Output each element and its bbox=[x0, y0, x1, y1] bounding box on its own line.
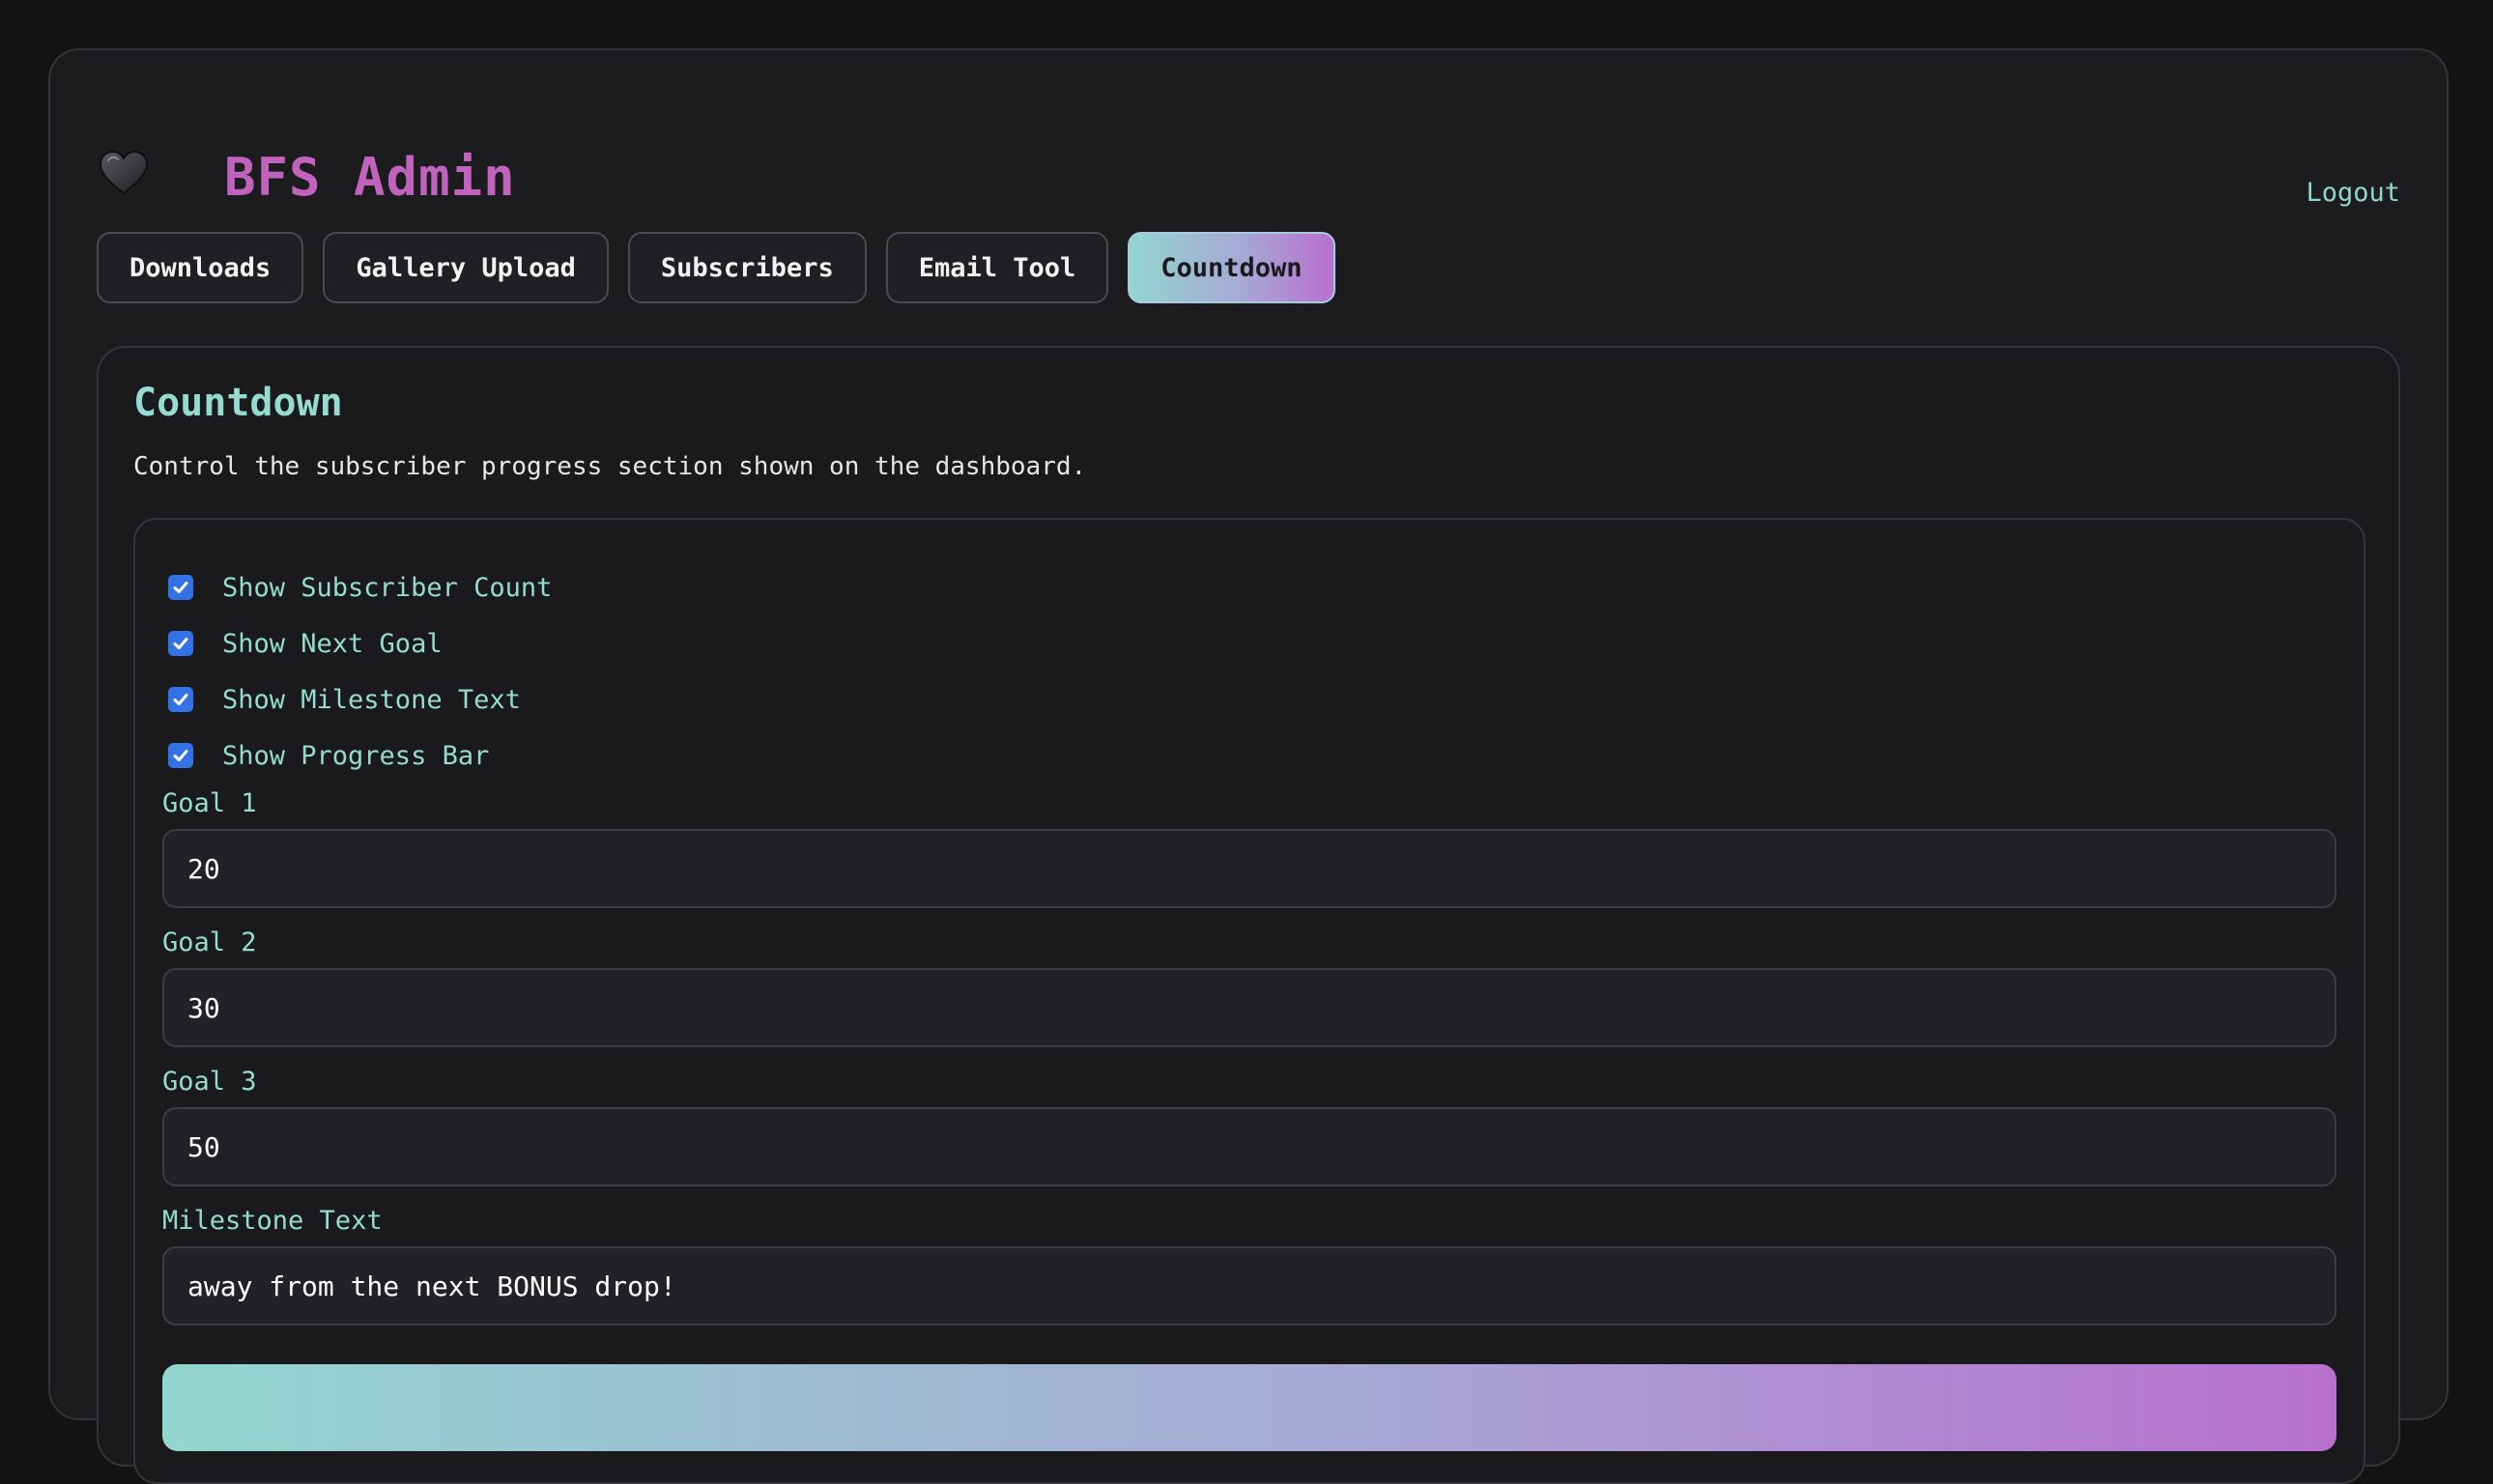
app-title: BFS Admin bbox=[224, 147, 516, 208]
tab-downloads[interactable]: Downloads bbox=[97, 232, 304, 303]
tab-subscribers[interactable]: Subscribers bbox=[627, 232, 867, 303]
goal-3-label: Goal 3 bbox=[162, 1067, 257, 1097]
checkmark-icon bbox=[173, 694, 188, 705]
checkmark-icon bbox=[173, 638, 188, 649]
option-show-milestone-text[interactable]: Show Milestone Text bbox=[168, 680, 521, 719]
tab-gallery-upload[interactable]: Gallery Upload bbox=[323, 232, 609, 303]
option-label: Show Next Goal bbox=[222, 628, 443, 659]
option-label: Show Progress Bar bbox=[222, 740, 490, 771]
countdown-settings-card: Show Subscriber Count Show Next Goal Sho… bbox=[133, 518, 2365, 1484]
milestone-text-input[interactable] bbox=[162, 1246, 2336, 1326]
option-label: Show Milestone Text bbox=[222, 684, 521, 715]
header: BFS Admin bbox=[99, 99, 2400, 208]
countdown-panel: Countdown Control the subscriber progres… bbox=[97, 346, 2400, 1484]
checkbox[interactable] bbox=[168, 687, 193, 712]
goal-1-label: Goal 1 bbox=[162, 788, 257, 818]
goal-3-input[interactable] bbox=[162, 1107, 2336, 1186]
tab-email-tool[interactable]: Email Tool bbox=[885, 232, 1109, 303]
goal-2-label: Goal 2 bbox=[162, 928, 257, 957]
option-show-progress-bar[interactable]: Show Progress Bar bbox=[168, 736, 489, 775]
option-show-subscriber-count[interactable]: Show Subscriber Count bbox=[168, 568, 552, 607]
checkbox[interactable] bbox=[168, 631, 193, 656]
section-description: Control the subscriber progress section … bbox=[133, 452, 1087, 481]
admin-window: BFS Admin Logout Downloads Gallery Uploa… bbox=[48, 48, 2449, 1484]
checkmark-icon bbox=[173, 750, 188, 761]
milestone-text-label: Milestone Text bbox=[162, 1206, 383, 1236]
save-button[interactable] bbox=[162, 1364, 2336, 1451]
goal-2-input[interactable] bbox=[162, 968, 2336, 1047]
checkbox[interactable] bbox=[168, 743, 193, 768]
checkmark-icon bbox=[173, 582, 188, 593]
section-title: Countdown bbox=[133, 381, 343, 425]
option-show-next-goal[interactable]: Show Next Goal bbox=[168, 624, 443, 663]
tab-bar: Downloads Gallery Upload Subscribers Ema… bbox=[97, 232, 1335, 303]
heart-icon bbox=[99, 150, 149, 195]
goal-1-input[interactable] bbox=[162, 829, 2336, 908]
tab-countdown[interactable]: Countdown bbox=[1128, 232, 1335, 303]
checkbox[interactable] bbox=[168, 575, 193, 600]
logout-link[interactable]: Logout bbox=[2306, 178, 2400, 208]
option-label: Show Subscriber Count bbox=[222, 572, 553, 603]
